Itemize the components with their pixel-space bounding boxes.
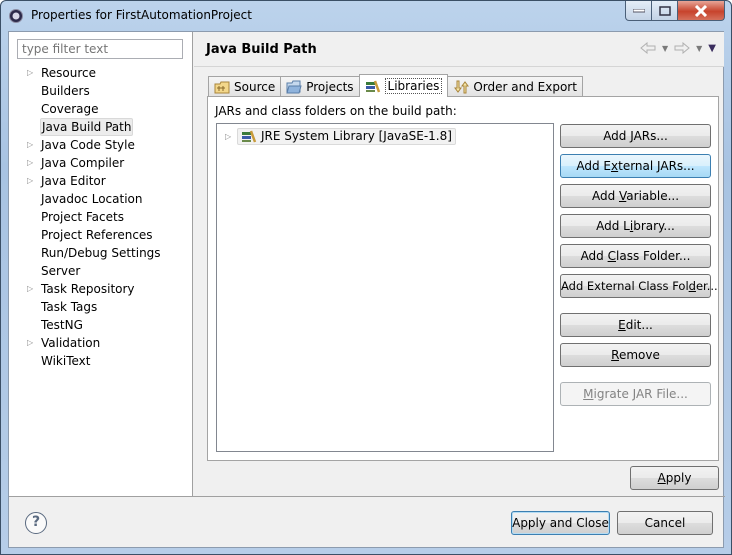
tree-item-run-debug-settings[interactable]: Run/Debug Settings bbox=[9, 244, 193, 262]
tree-item-label: Task Tags bbox=[41, 300, 98, 314]
order-icon bbox=[454, 80, 470, 93]
page-navigation: ▼ ▼ ▼ bbox=[640, 42, 716, 54]
view-menu-icon[interactable]: ▼ bbox=[708, 43, 716, 54]
forward-history-dropdown-icon[interactable]: ▼ bbox=[696, 44, 702, 53]
filter-input[interactable] bbox=[17, 39, 183, 59]
maximize-button[interactable] bbox=[652, 1, 678, 21]
property-page: Java Build Path ▼ ▼ ▼ Source Projects Li… bbox=[194, 32, 724, 496]
tree-item-javadoc-location[interactable]: Javadoc Location bbox=[9, 190, 193, 208]
tree-item-label: Java Build Path bbox=[40, 118, 134, 136]
tree-item-label: Project References bbox=[41, 228, 153, 242]
tree-item-label: WikiText bbox=[41, 354, 91, 368]
build-path-tabs: Source Projects Libraries Order and Expo… bbox=[208, 74, 583, 97]
page-title: Java Build Path bbox=[206, 42, 317, 57]
tree-item-label: Task Repository bbox=[41, 282, 135, 296]
expand-icon[interactable]: ▷ bbox=[27, 64, 37, 82]
add-external-class-folder-button[interactable]: Add External Class Folder... bbox=[560, 274, 718, 298]
tab-label: Source bbox=[234, 79, 276, 94]
arrow-right-icon[interactable] bbox=[674, 42, 690, 54]
close-icon bbox=[694, 4, 708, 17]
tree-item-project-references[interactable]: Project References bbox=[9, 226, 193, 244]
tree-item-validation[interactable]: ▷ Validation bbox=[9, 334, 193, 352]
add-external-jars-button[interactable]: Add External JARs... bbox=[560, 154, 711, 178]
tree-item-resource[interactable]: ▷ Resource bbox=[9, 64, 193, 82]
tree-item-label: TestNG bbox=[41, 318, 83, 332]
library-entry[interactable]: ▷ JRE System Library [JavaSE-1.8] bbox=[225, 127, 456, 145]
tree-item-wikitext[interactable]: WikiText bbox=[9, 352, 193, 370]
migrate-jar-file-button: Migrate JAR File... bbox=[560, 382, 711, 406]
tree-item-builders[interactable]: Builders bbox=[9, 82, 193, 100]
expand-icon[interactable]: ▷ bbox=[225, 132, 237, 141]
category-pane: ▷ Resource Builders Coverage Java Build P… bbox=[9, 32, 193, 496]
tree-item-java-build-path[interactable]: Java Build Path bbox=[9, 118, 193, 136]
tab-libraries[interactable]: Libraries bbox=[358, 74, 449, 97]
page-header: Java Build Path ▼ ▼ ▼ bbox=[194, 32, 724, 67]
tree-item-label: Validation bbox=[41, 336, 101, 350]
libraries-tree[interactable]: ▷ JRE System Library [JavaSE-1.8] bbox=[216, 123, 554, 452]
tree-item-label: Resource bbox=[41, 66, 97, 80]
edit-button[interactable]: Edit... bbox=[560, 313, 711, 337]
tab-projects[interactable]: Projects bbox=[280, 76, 360, 96]
apply-and-close-button[interactable]: Apply and Close bbox=[511, 511, 610, 535]
tree-item-java-editor[interactable]: ▷ Java Editor bbox=[9, 172, 193, 190]
tree-item-coverage[interactable]: Coverage bbox=[9, 100, 193, 118]
tree-item-java-compiler[interactable]: ▷ Java Compiler bbox=[9, 154, 193, 172]
library-icon bbox=[242, 130, 257, 143]
add-class-folder-button[interactable]: Add Class Folder... bbox=[560, 244, 711, 268]
tab-label: Projects bbox=[306, 79, 354, 94]
remove-button[interactable]: Remove bbox=[560, 343, 711, 367]
dialog-client-area: ▷ Resource Builders Coverage Java Build P… bbox=[8, 31, 725, 548]
expand-icon[interactable]: ▷ bbox=[27, 154, 37, 172]
cancel-button[interactable]: Cancel bbox=[617, 511, 713, 535]
library-entry-label: JRE System Library [JavaSE-1.8] bbox=[261, 129, 452, 143]
library-icon bbox=[365, 80, 380, 93]
libraries-panel: JARs and class folders on the build path… bbox=[207, 96, 719, 461]
source-folder-icon bbox=[214, 81, 230, 93]
folder-icon bbox=[286, 80, 302, 93]
tree-item-label: Run/Debug Settings bbox=[41, 246, 161, 260]
tab-label: Libraries bbox=[384, 78, 443, 94]
back-history-dropdown-icon[interactable]: ▼ bbox=[662, 44, 668, 53]
add-library-button[interactable]: Add Library... bbox=[560, 214, 711, 238]
tab-order-and-export[interactable]: Order and Export bbox=[447, 76, 583, 96]
window-title: Properties for FirstAutomationProject bbox=[31, 8, 252, 22]
close-button[interactable] bbox=[678, 1, 725, 21]
tree-item-label: Java Compiler bbox=[41, 156, 125, 170]
minimize-icon bbox=[632, 8, 645, 12]
maximize-icon bbox=[658, 5, 671, 16]
tree-item-label: Java Editor bbox=[41, 174, 106, 188]
tree-item-project-facets[interactable]: Project Facets bbox=[9, 208, 193, 226]
expand-icon[interactable]: ▷ bbox=[27, 334, 37, 352]
libraries-label: JARs and class folders on the build path… bbox=[215, 104, 457, 118]
title-bar[interactable]: Properties for FirstAutomationProject bbox=[1, 1, 731, 31]
tree-item-label: Javadoc Location bbox=[41, 192, 143, 206]
expand-icon[interactable]: ▷ bbox=[27, 280, 37, 298]
footer-separator bbox=[9, 496, 725, 497]
category-tree: ▷ Resource Builders Coverage Java Build P… bbox=[9, 64, 193, 370]
tab-label: Order and Export bbox=[473, 79, 577, 94]
tree-item-label: Coverage bbox=[41, 102, 99, 116]
tree-item-label: Project Facets bbox=[41, 210, 124, 224]
app-gear-icon bbox=[9, 9, 23, 23]
add-variable-button[interactable]: Add Variable... bbox=[560, 184, 711, 208]
tree-item-label: Server bbox=[41, 264, 81, 278]
tree-item-label: Builders bbox=[41, 84, 90, 98]
expand-icon[interactable]: ▷ bbox=[27, 136, 37, 154]
help-icon[interactable]: ? bbox=[25, 512, 47, 534]
minimize-button[interactable] bbox=[625, 1, 652, 21]
add-jars-button[interactable]: Add JARs... bbox=[560, 124, 711, 148]
tree-item-task-tags[interactable]: Task Tags bbox=[9, 298, 193, 316]
tree-item-java-code-style[interactable]: ▷ Java Code Style bbox=[9, 136, 193, 154]
arrow-left-icon[interactable] bbox=[640, 42, 656, 54]
tree-item-server[interactable]: Server bbox=[9, 262, 193, 280]
tree-item-task-repository[interactable]: ▷ Task Repository bbox=[9, 280, 193, 298]
expand-icon[interactable]: ▷ bbox=[27, 172, 37, 190]
tree-item-testng[interactable]: TestNG bbox=[9, 316, 193, 334]
tree-item-label: Java Code Style bbox=[41, 138, 135, 152]
properties-dialog: Properties for FirstAutomationProject ▷ R… bbox=[0, 0, 732, 555]
tab-source[interactable]: Source bbox=[208, 76, 282, 96]
apply-button[interactable]: Apply bbox=[630, 466, 719, 490]
